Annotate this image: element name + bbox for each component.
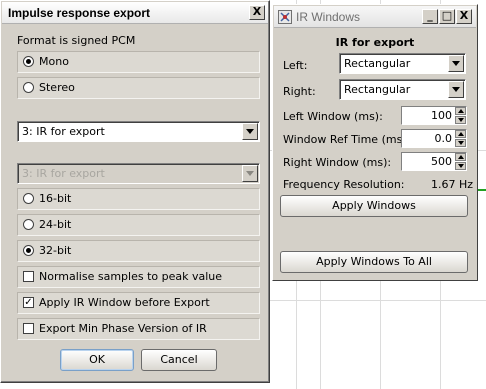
ref-time-input[interactable]: 0.0 — [401, 129, 467, 148]
stereo-label: Stereo — [39, 81, 75, 94]
min-phase-checkbox[interactable] — [23, 323, 34, 334]
normalise-checkbox-row[interactable]: Normalise samples to peak value — [17, 266, 260, 288]
apply-window-checkbox-row[interactable]: ✓ Apply IR Window before Export — [17, 292, 260, 314]
chevron-down-icon[interactable] — [242, 123, 258, 140]
right-window-input[interactable]: 500 — [401, 152, 467, 171]
bit32-radio[interactable] — [23, 245, 34, 256]
right-window-type-select[interactable]: Rectangular — [339, 79, 466, 100]
ref-time-label: Window Ref Time (ms): — [283, 133, 411, 146]
ok-button[interactable]: OK — [60, 349, 134, 371]
bit24-label: 24-bit — [39, 218, 72, 231]
apply-window-label: Apply IR Window before Export — [39, 296, 210, 309]
source-select-value: 3: IR for export — [22, 125, 105, 138]
bit16-radio[interactable] — [23, 193, 34, 204]
left-window-spinner[interactable] — [455, 107, 466, 124]
ir-heading: IR for export — [335, 36, 415, 49]
close-icon[interactable]: X — [249, 5, 265, 20]
app-icon — [278, 10, 292, 24]
chevron-down-icon — [242, 165, 258, 182]
ir-windows-title: IR Windows — [296, 10, 361, 24]
left-window-label: Left Window (ms): — [283, 110, 383, 123]
format-label: Format is signed PCM — [17, 34, 136, 47]
maximize-icon[interactable]: □ — [439, 9, 455, 24]
min-phase-label: Export Min Phase Version of IR — [39, 322, 207, 335]
mono-radio[interactable] — [23, 56, 34, 67]
bit32-radio-row[interactable]: 32-bit — [17, 240, 260, 262]
normalise-label: Normalise samples to peak value — [39, 270, 223, 283]
second-source-select: 3: IR for export — [17, 163, 260, 184]
close-icon[interactable]: X — [456, 9, 472, 24]
bit24-radio-row[interactable]: 24-bit — [17, 214, 260, 236]
mono-radio-row[interactable]: Mono — [17, 51, 260, 73]
minimize-icon[interactable]: _ — [422, 9, 438, 24]
bit16-radio-row[interactable]: 16-bit — [17, 188, 260, 210]
stereo-radio[interactable] — [23, 82, 34, 93]
bit24-radio[interactable] — [23, 219, 34, 230]
freq-res-label: Frequency Resolution: — [283, 178, 405, 191]
ir-windows-titlebar[interactable]: IR Windows _ □ X — [274, 6, 476, 28]
apply-windows-to-all-button[interactable]: Apply Windows To All — [280, 251, 468, 273]
freq-res-value: 1.67 Hz — [431, 178, 474, 191]
impulse-export-dialog: Impulse response export X Format is sign… — [0, 0, 270, 383]
bit16-label: 16-bit — [39, 192, 72, 205]
left-window-type-select[interactable]: Rectangular — [339, 53, 466, 74]
normalise-checkbox[interactable] — [23, 271, 34, 282]
left-label: Left: — [283, 59, 308, 72]
dialog-titlebar[interactable]: Impulse response export X — [2, 2, 268, 24]
ref-time-value: 0.0 — [434, 132, 453, 145]
left-window-input[interactable]: 100 — [401, 106, 467, 125]
min-phase-checkbox-row[interactable]: Export Min Phase Version of IR — [17, 318, 260, 340]
right-window-type-value: Rectangular — [344, 83, 411, 96]
dialog-title: Impulse response export — [8, 6, 151, 20]
source-select[interactable]: 3: IR for export — [17, 121, 260, 142]
ref-time-spinner[interactable] — [455, 130, 466, 147]
second-source-select-value: 3: IR for export — [22, 167, 105, 180]
left-window-value: 100 — [431, 109, 452, 122]
apply-windows-button[interactable]: Apply Windows — [280, 195, 468, 217]
chevron-down-icon[interactable] — [448, 81, 464, 98]
right-window-label: Right Window (ms): — [283, 156, 392, 169]
right-label: Right: — [283, 85, 316, 98]
right-window-value: 500 — [431, 155, 452, 168]
bit32-label: 32-bit — [39, 244, 72, 257]
cancel-button[interactable]: Cancel — [141, 349, 217, 371]
ir-windows-dialog: IR Windows _ □ X IR for export Left: Rec… — [272, 4, 478, 281]
stereo-radio-row[interactable]: Stereo — [17, 77, 260, 99]
left-window-type-value: Rectangular — [344, 57, 411, 70]
right-window-spinner[interactable] — [455, 153, 466, 170]
apply-window-checkbox[interactable]: ✓ — [23, 297, 34, 308]
mono-label: Mono — [39, 55, 69, 68]
chevron-down-icon[interactable] — [448, 55, 464, 72]
